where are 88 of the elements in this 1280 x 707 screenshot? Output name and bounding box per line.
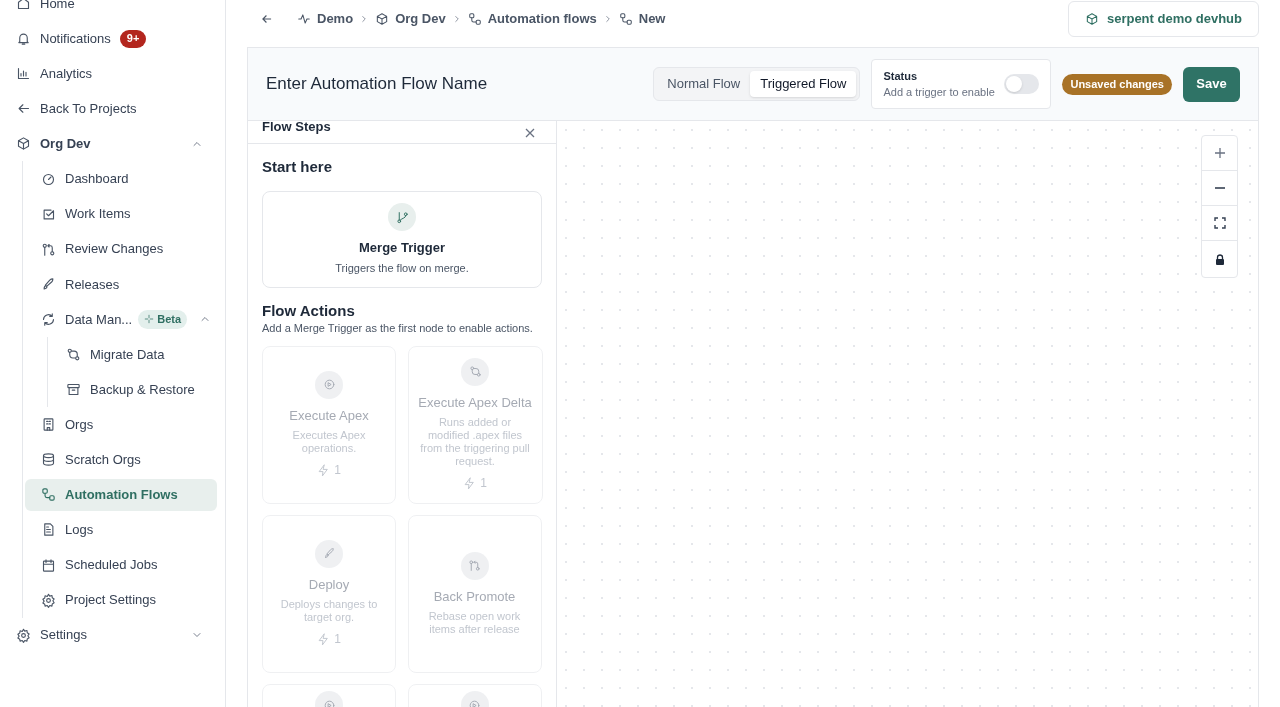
gauge-icon [41, 171, 56, 187]
sidebar-item[interactable]: Data Man... Beta [25, 303, 217, 336]
card-description: Rebase open work items after release [427, 610, 522, 637]
run-count: 1 [317, 630, 341, 649]
run-count: 1 [463, 474, 487, 493]
bell-icon [16, 31, 31, 47]
panel-title: Flow Steps [262, 121, 331, 137]
close-icon [524, 127, 536, 139]
database-icon [41, 452, 56, 468]
section-title: Flow Actions [262, 301, 356, 320]
flow-icon [618, 11, 633, 26]
sidebar-item[interactable]: Work Items [25, 198, 217, 230]
pull-request-icon [468, 559, 481, 573]
calendar-icon [41, 557, 56, 573]
breadcrumb-link[interactable]: Automation flows [467, 8, 597, 29]
rocket-icon [322, 547, 336, 561]
sidebar-item[interactable]: Review Changes [25, 233, 217, 265]
bolt-icon [317, 632, 331, 646]
sidebar-item[interactable]: Scratch Orgs [25, 444, 217, 476]
card-title: Execute Apex [289, 406, 369, 425]
flow-name-field[interactable]: Enter Automation Flow Name [266, 71, 646, 97]
branch-icon [395, 210, 409, 224]
cube-icon [16, 136, 31, 152]
trigger-card[interactable]: Merge Trigger Triggers the flow on merge. [262, 190, 542, 288]
archive-icon [66, 382, 81, 398]
migrate-icon [66, 347, 81, 362]
card-title: Execute Apex Delta [418, 393, 532, 412]
building-icon [41, 417, 56, 433]
settings-icon [41, 592, 56, 608]
sidebar-item[interactable]: Releases [25, 268, 217, 301]
org-button[interactable]: serpent demo devhub [1067, 1, 1259, 37]
card-title: Deploy [308, 575, 350, 594]
sparkle-icon [144, 314, 155, 325]
sidebar-item[interactable]: Org Dev [8, 128, 217, 160]
bar-chart-icon [16, 66, 31, 82]
fit-view-icon [1213, 217, 1226, 229]
breadcrumb-link[interactable]: New [618, 8, 666, 29]
document-icon [41, 522, 56, 538]
sidebar-item[interactable]: Analytics [8, 58, 217, 90]
sidebar-item[interactable]: Backup & Restore [50, 373, 217, 406]
card-description: Runs added or modified .apex files from the triggering pull request. [419, 416, 531, 469]
flow-icon [467, 11, 482, 26]
cube-icon [375, 11, 390, 26]
sidebar-item[interactable]: Back To Projects [8, 93, 217, 125]
play-icon [322, 698, 336, 707]
sidebar-item[interactable]: Scheduled Jobs [25, 549, 217, 581]
bolt-icon [463, 476, 477, 490]
card-title: Merge Trigger [359, 239, 445, 258]
notification-badge: 9+ [119, 29, 147, 48]
cube-icon [1084, 12, 1099, 26]
status-title: Status [883, 68, 919, 84]
beta-badge: Beta [138, 309, 188, 329]
flow-type-tab[interactable]: Triggered Flow [750, 71, 857, 97]
sidebar-item[interactable]: Orgs [25, 408, 217, 441]
sidebar-item[interactable]: Notifications 9+ [8, 22, 217, 55]
breadcrumb-link[interactable]: Org Dev [375, 8, 446, 29]
flow-type-tab[interactable]: Normal Flow [657, 71, 751, 97]
status-toggle[interactable] [1004, 74, 1040, 94]
sidebar-item[interactable]: Dashboard [25, 163, 217, 195]
sidebar-item[interactable]: Automation Flows [25, 479, 217, 511]
lock-icon [1214, 253, 1225, 265]
sidebar-item[interactable]: Project Settings [25, 584, 217, 616]
plus-icon [1213, 147, 1226, 159]
flow-icon [41, 487, 56, 503]
section-hint: Add a Merge Trigger as the first node to enable actions. [262, 320, 534, 336]
bolt-icon [317, 463, 331, 477]
migrate-icon [468, 365, 482, 379]
home-icon [16, 0, 31, 12]
sidebar-item[interactable]: Logs [25, 514, 217, 546]
unsaved-changes-badge: Unsaved changes [1062, 73, 1172, 95]
run-count: 1 [317, 461, 341, 480]
sidebar-item[interactable]: Migrate Data [50, 338, 217, 371]
card-description: Triggers the flow on merge. [335, 261, 469, 275]
save-button[interactable]: Save [1183, 66, 1240, 102]
card-description: Deploys changes to target org. [279, 598, 379, 625]
card-description: Executes Apex operations. [291, 429, 367, 456]
card-title: Back Promote [433, 587, 516, 606]
rocket-icon [41, 276, 56, 292]
status-hint: Add a trigger to enable [883, 85, 996, 100]
pulse-icon [297, 11, 311, 26]
section-title: Start here [262, 157, 334, 177]
refresh-icon [41, 311, 56, 327]
pull-request-icon [41, 241, 56, 257]
settings-icon [16, 627, 31, 643]
play-icon [322, 378, 336, 392]
sidebar-item[interactable]: Settings [8, 619, 217, 651]
checkbox-icon [41, 206, 56, 222]
breadcrumb-link[interactable]: Demo [297, 8, 354, 29]
